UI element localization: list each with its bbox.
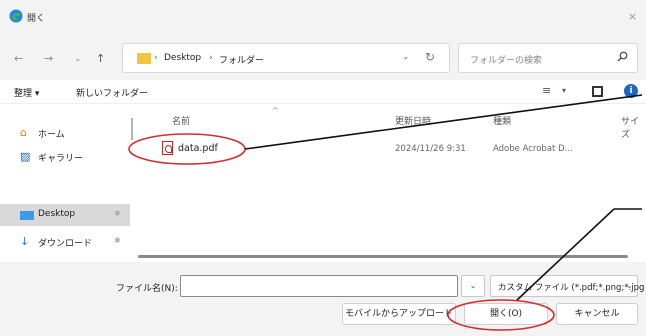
back-button[interactable]: ← xyxy=(14,52,23,65)
sidebar-item-home[interactable]: ⌂ ホーム xyxy=(0,122,128,144)
open-button[interactable]: 開く(O) xyxy=(464,303,548,325)
pin-icon: ✱ xyxy=(114,236,121,245)
column-header-modified[interactable]: 更新日時 xyxy=(395,114,431,127)
preview-pane-icon[interactable] xyxy=(592,86,603,97)
organize-button[interactable]: 整理 ▾ xyxy=(14,86,39,99)
sidebar-item-label: ダウンロード xyxy=(38,239,93,249)
breadcrumb-folder[interactable]: フォルダー xyxy=(219,53,264,66)
info-icon[interactable]: i xyxy=(624,84,638,98)
sidebar-item-label: ホーム xyxy=(38,130,65,140)
window-title: 開く xyxy=(27,14,46,24)
edge-logo-icon xyxy=(9,9,23,23)
view-options-icon[interactable]: ≡ xyxy=(542,84,551,97)
pdf-file-icon xyxy=(162,141,173,155)
sidebar-item-gallery[interactable]: ▨ ギャラリー xyxy=(0,146,128,168)
dialog-footer xyxy=(0,262,646,336)
breadcrumb-separator: › xyxy=(154,53,158,63)
file-name[interactable]: data.pdf xyxy=(178,143,218,154)
home-icon: ⌂ xyxy=(20,126,27,139)
pane-splitter[interactable] xyxy=(131,118,133,140)
chevron-down-icon[interactable]: ⌄ xyxy=(626,281,633,290)
file-type: Adobe Acrobat D... xyxy=(493,144,573,154)
breadcrumb-desktop[interactable]: Desktop xyxy=(164,53,201,63)
up-button[interactable]: ↑ xyxy=(96,52,105,65)
filetype-value: カスタム ファイル (*.pdf;*.png;*.jpg xyxy=(498,283,645,293)
sidebar-item-label: Desktop xyxy=(38,209,76,219)
filename-input[interactable] xyxy=(180,275,458,297)
sidebar-item-downloads[interactable]: ↓ ダウンロード ✱ xyxy=(0,231,128,253)
desktop-icon xyxy=(20,211,34,220)
gallery-icon: ▨ xyxy=(20,150,31,163)
title-bar xyxy=(0,0,646,36)
horizontal-scrollbar[interactable] xyxy=(138,255,628,258)
folder-icon xyxy=(137,53,151,64)
download-icon: ↓ xyxy=(20,235,30,248)
filename-history-dropdown[interactable]: ⌄ xyxy=(461,275,485,297)
forward-button[interactable]: → xyxy=(44,52,53,65)
sidebar-item-label: ギャラリー xyxy=(38,154,84,164)
refresh-icon[interactable]: ↻ xyxy=(425,50,435,64)
recent-locations-button[interactable]: ⌄ xyxy=(74,54,82,64)
column-header-type[interactable]: 種類 xyxy=(493,114,511,127)
cancel-button[interactable]: キャンセル xyxy=(556,303,638,325)
sidebar-item-desktop[interactable]: Desktop ✱ xyxy=(0,204,130,226)
pin-icon: ✱ xyxy=(114,209,121,218)
upload-from-mobile-button[interactable]: モバイルからアップロード xyxy=(342,303,456,325)
breadcrumb-separator: › xyxy=(209,53,213,63)
file-modified: 2024/11/26 9:31 xyxy=(395,144,466,154)
new-folder-button[interactable]: 新しいフォルダー xyxy=(76,86,148,99)
chevron-down-icon[interactable]: ▾ xyxy=(562,86,566,95)
sort-ascending-icon: ^ xyxy=(272,106,279,115)
close-icon[interactable]: × xyxy=(628,10,637,23)
search-placeholder: フォルダーの検索 xyxy=(470,56,543,66)
column-header-name[interactable]: 名前 xyxy=(172,114,190,127)
filename-label: ファイル名(N): xyxy=(116,284,178,294)
chevron-down-icon[interactable]: ⌄ xyxy=(402,52,410,62)
search-icon[interactable] xyxy=(617,51,628,62)
